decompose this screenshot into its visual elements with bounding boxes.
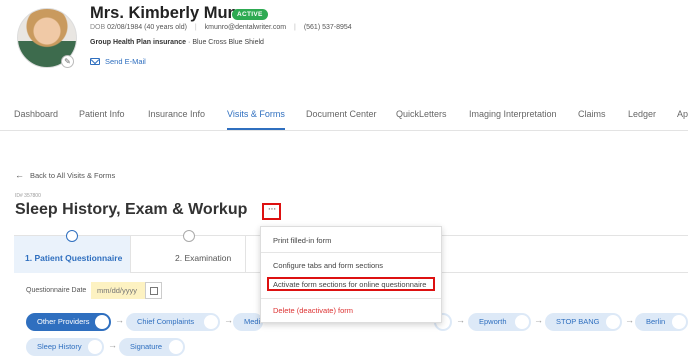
highlight-box xyxy=(267,277,435,291)
insurance-info: Group Health Plan insurance · Blue Cross… xyxy=(90,39,264,46)
arrow-right-icon: → xyxy=(115,315,124,325)
form-title: Sleep History, Exam & Workup xyxy=(15,201,248,218)
section-chip-label: Sleep History xyxy=(37,342,82,351)
toggle-knob xyxy=(204,315,218,329)
section-chip-label: Epworth xyxy=(479,317,507,326)
section-chip-label: STOP BANG xyxy=(556,317,600,326)
calendar-button[interactable] xyxy=(145,282,162,299)
nav-quickletters[interactable]: QuickLetters xyxy=(396,109,447,119)
nav-more[interactable]: Ap xyxy=(677,109,688,119)
toggle-knob xyxy=(169,340,183,354)
form-id: ID# 357800 xyxy=(15,193,41,199)
tab-label: 1. Patient Questionnaire xyxy=(25,253,123,263)
email-value: kmunro@dentalwriter.com xyxy=(204,24,287,31)
section-chip-berlin[interactable]: Berlin xyxy=(635,313,688,331)
active-tab-indicator xyxy=(227,128,285,130)
status-badge: ACTIVE xyxy=(232,9,268,20)
menu-item-configure[interactable]: Configure tabs and form sections xyxy=(273,261,383,270)
questionnaire-date-label: Questionnaire Date xyxy=(26,287,87,294)
insurance-provider: Blue Cross Blue Shield xyxy=(192,39,264,46)
menu-divider xyxy=(261,252,441,253)
patient-nav: Dashboard Patient Info Insurance Info Vi… xyxy=(0,100,688,131)
mail-icon xyxy=(90,58,100,65)
send-email-link[interactable]: Send E-Mail xyxy=(90,57,146,66)
arrow-right-icon: → xyxy=(224,315,233,325)
nav-imaging-interpretation[interactable]: Imaging Interpretation xyxy=(469,109,557,119)
nav-patient-info[interactable]: Patient Info xyxy=(79,109,125,119)
section-chip-sleep-history[interactable]: Sleep History xyxy=(26,338,104,356)
toggle-knob xyxy=(95,315,109,329)
dob-label: DOB xyxy=(90,24,106,31)
arrow-left-icon: ← xyxy=(15,170,24,180)
nav-insurance-info[interactable]: Insurance Info xyxy=(148,109,205,119)
menu-divider xyxy=(261,298,441,299)
tab-patient-questionnaire[interactable]: 1. Patient Questionnaire xyxy=(14,230,130,273)
form-options-menu: Print filled-in form Configure tabs and … xyxy=(260,226,442,323)
nav-claims[interactable]: Claims xyxy=(578,109,606,119)
send-email-label: Send E-Mail xyxy=(105,57,146,66)
arrow-right-icon: → xyxy=(456,315,465,325)
calendar-icon xyxy=(150,287,158,295)
arrow-right-icon: → xyxy=(625,315,634,325)
back-label: Back to All Visits & Forms xyxy=(30,170,116,180)
section-chip-other-providers[interactable]: Other Providers xyxy=(26,313,111,331)
nav-document-center[interactable]: Document Center xyxy=(306,109,377,119)
patient-name: Mrs. Kimberly Munro xyxy=(90,4,255,22)
insurance-separator: · xyxy=(188,39,191,46)
section-chip-epworth[interactable]: Epworth xyxy=(468,313,531,331)
toggle-knob xyxy=(515,315,529,329)
back-link[interactable]: ← Back to All Visits & Forms xyxy=(15,170,115,180)
arrow-right-icon: → xyxy=(534,315,543,325)
edit-avatar-icon[interactable]: ✎ xyxy=(61,55,74,68)
toggle-knob xyxy=(672,315,686,329)
section-chip-label: Berlin xyxy=(646,317,666,326)
divider: | xyxy=(194,24,197,31)
toggle-knob xyxy=(606,315,620,329)
menu-item-delete[interactable]: Delete (deactivate) form xyxy=(273,306,353,315)
insurance-type: Group Health Plan insurance xyxy=(90,39,187,46)
step-circle-icon xyxy=(66,230,78,242)
divider: | xyxy=(294,24,296,31)
nav-visits-forms[interactable]: Visits & Forms xyxy=(227,109,285,119)
patient-meta: DOB 02/08/1984 (40 years old) | kmunro@d… xyxy=(90,24,352,31)
arrow-right-icon: → xyxy=(108,340,117,350)
questionnaire-date-input[interactable] xyxy=(91,282,145,299)
section-chip-signature[interactable]: Signature xyxy=(119,338,185,356)
section-chip-stop-bang[interactable]: STOP BANG xyxy=(545,313,622,331)
step-circle-icon xyxy=(183,230,195,242)
toggle-knob xyxy=(88,340,102,354)
section-chip-medical[interactable]: Medi xyxy=(233,313,263,331)
section-chip-label: Signature xyxy=(130,342,163,351)
menu-item-print[interactable]: Print filled-in form xyxy=(273,236,331,245)
section-chip-chief-complaints[interactable]: Chief Complaints xyxy=(126,313,220,331)
more-options-button[interactable]: ··· xyxy=(262,203,281,220)
tab-examination[interactable]: 2. Examination xyxy=(130,230,246,273)
nav-dashboard[interactable]: Dashboard xyxy=(14,109,58,119)
section-chip-label: Other Providers xyxy=(37,317,90,326)
section-chip-label: Medi xyxy=(244,317,261,326)
nav-ledger[interactable]: Ledger xyxy=(628,109,656,119)
section-chip-label: Chief Complaints xyxy=(137,317,195,326)
age-value: (40 years old) xyxy=(144,24,187,31)
tab-label: 2. Examination xyxy=(175,253,232,263)
phone-value: (561) 537-8954 xyxy=(303,24,352,31)
dob-value: 02/08/1984 xyxy=(107,24,143,31)
